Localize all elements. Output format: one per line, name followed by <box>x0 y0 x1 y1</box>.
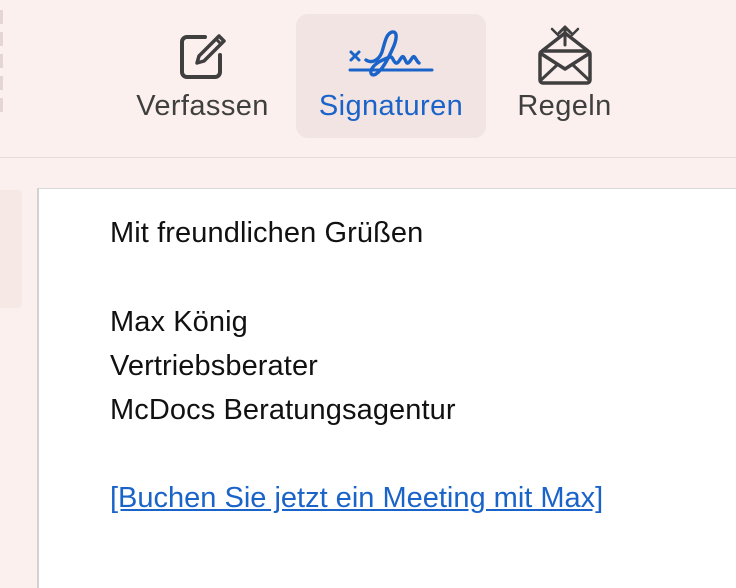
tab-rules-label: Regeln <box>517 90 612 122</box>
signature-name: Max König <box>110 306 248 338</box>
signature-role: Vertriebsberater <box>110 350 318 382</box>
envelope-rules-icon <box>497 25 632 88</box>
signature-company: McDocs Beratungsagentur <box>110 394 456 426</box>
tab-compose-label: Verfassen <box>136 90 269 122</box>
compose-icon <box>120 26 285 88</box>
tab-rules[interactable]: Regeln <box>497 14 632 138</box>
signature-editor[interactable]: Mit freundlichen Grüßen Max König Vertri… <box>37 188 736 588</box>
ribbon-toolbar: Verfassen Signaturen Regeln <box>0 0 736 158</box>
meeting-booking-link[interactable]: [Buchen Sie jetzt ein Meeting mit Max] <box>110 482 603 515</box>
signature-icon <box>296 26 486 88</box>
tab-signatures-label: Signaturen <box>318 90 464 122</box>
sidebar-edge <box>0 190 22 308</box>
tab-signatures[interactable]: Signaturen <box>296 14 486 138</box>
toolbar-edge-marks <box>0 10 3 120</box>
signature-greeting: Mit freundlichen Grüßen <box>110 217 424 249</box>
tab-compose[interactable]: Verfassen <box>120 14 285 138</box>
